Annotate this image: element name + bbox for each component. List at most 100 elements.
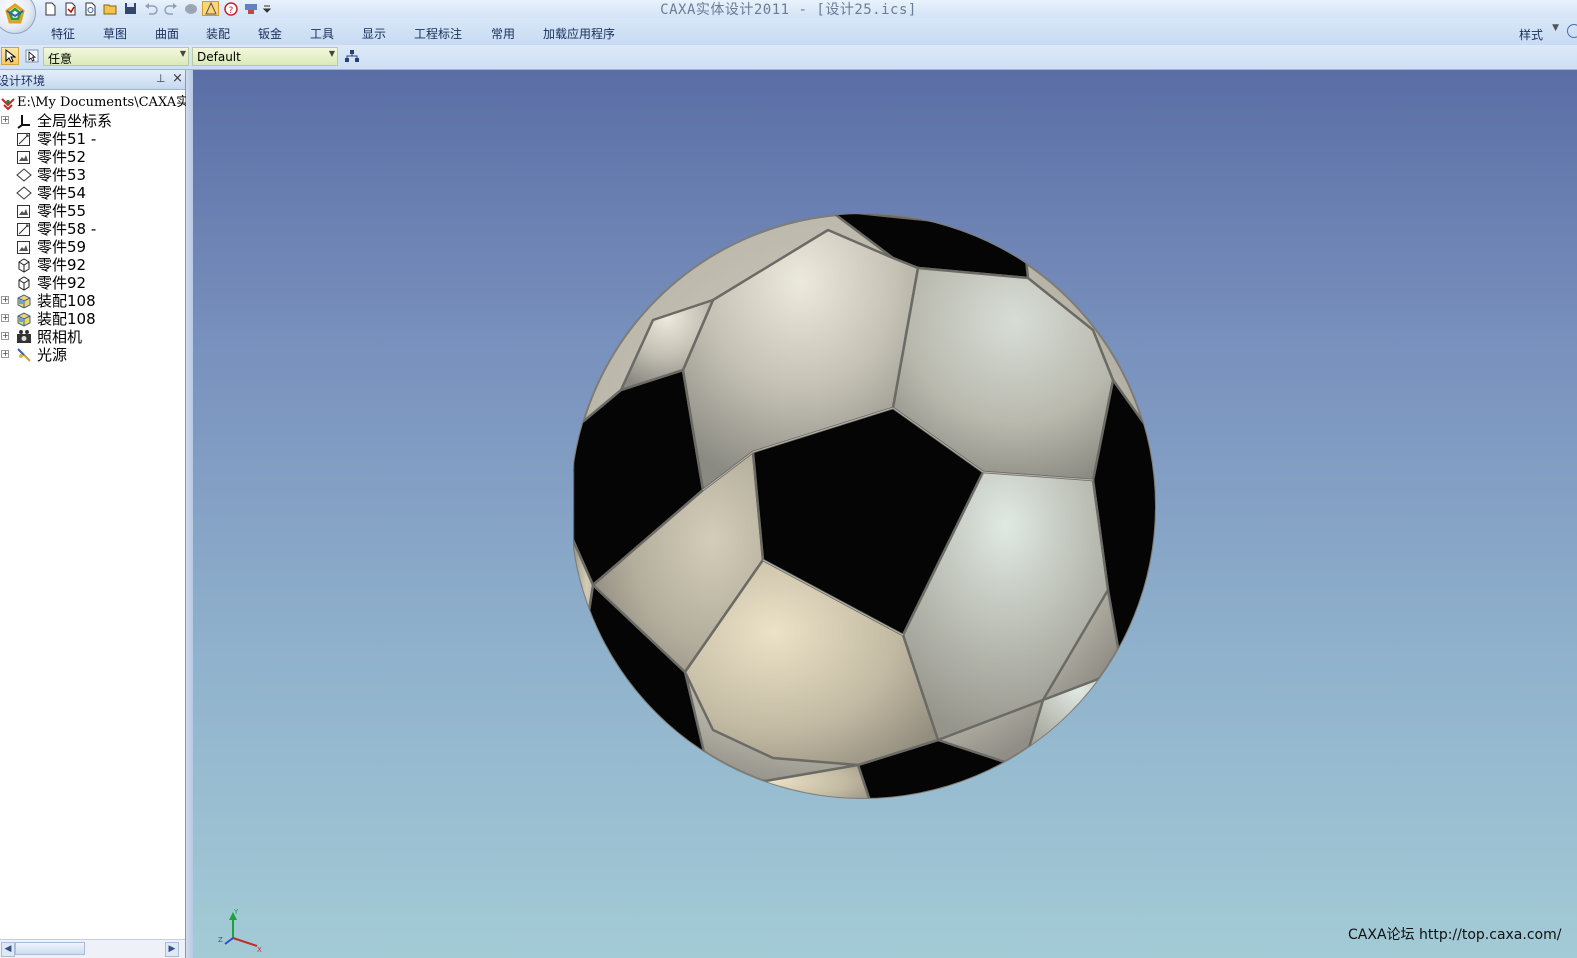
- tree-item[interactable]: 零件55: [0, 202, 185, 220]
- 3d-viewport[interactable]: Y X Z CAXA论坛 http://top.caxa.com/: [193, 70, 1577, 958]
- tab-common[interactable]: 常用: [491, 25, 515, 42]
- tree-item[interactable]: 零件92: [0, 274, 185, 292]
- chevron-down-icon: ▼: [179, 49, 186, 58]
- tab-assembly[interactable]: 装配: [206, 25, 230, 42]
- tree-item[interactable]: 零件54: [0, 184, 185, 202]
- close-icon[interactable]: ×: [172, 71, 183, 86]
- tree-item[interactable]: + 照相机: [0, 328, 185, 346]
- ribbon-tab-bar: 特征 草图 曲面 装配 钣金 工具 显示 工程标注 常用 加载应用程序 样式 ▼: [0, 18, 1577, 45]
- part-surface-icon: [16, 167, 32, 183]
- selection-filter-value: 任意: [48, 52, 73, 66]
- tree-item[interactable]: 零件52: [0, 148, 185, 166]
- horizontal-scrollbar[interactable]: ◀ ▶: [0, 939, 185, 958]
- part-sketch-icon: [16, 221, 32, 237]
- expand-icon[interactable]: +: [1, 314, 9, 322]
- selection-toolbar: 任意 ▼ Default ▼: [0, 45, 1577, 70]
- tab-tools[interactable]: 工具: [310, 25, 334, 42]
- expand-icon[interactable]: +: [1, 350, 9, 358]
- save-icon[interactable]: [122, 1, 139, 16]
- tree-item[interactable]: 零件51 -: [0, 130, 185, 148]
- ribbon-help-icon[interactable]: [1567, 24, 1577, 38]
- tree-item[interactable]: 零件59: [0, 238, 185, 256]
- tab-feature[interactable]: 特征: [51, 25, 75, 42]
- tab-display[interactable]: 显示: [362, 25, 386, 42]
- expand-icon[interactable]: +: [1, 116, 9, 124]
- camera-icon: [16, 329, 32, 345]
- tree-item-label: 光源: [37, 346, 68, 364]
- tree-item-label: 照相机: [37, 328, 83, 346]
- assembly-icon: [16, 293, 32, 309]
- z-axis-label: Z: [218, 936, 223, 944]
- expand-icon[interactable]: +: [1, 296, 9, 304]
- light-source-icon: [16, 347, 32, 363]
- pin-icon[interactable]: ⊥: [156, 72, 166, 85]
- assembly-icon: [16, 311, 32, 327]
- highlight-icon[interactable]: [202, 1, 219, 16]
- part-solid-icon: [16, 257, 32, 273]
- document-name: [设计25.ics]: [816, 2, 917, 18]
- tree-item-label: 零件92: [37, 256, 87, 274]
- tree-item-label: 零件58 -: [37, 220, 97, 238]
- tree-item-label: 零件92: [37, 274, 87, 292]
- select-filter-icon[interactable]: [23, 47, 41, 65]
- tree-item[interactable]: + 装配108: [0, 310, 185, 328]
- app-title: CAXA实体设计2011: [660, 2, 790, 18]
- tree-item[interactable]: 零件92: [0, 256, 185, 274]
- undo-icon[interactable]: [142, 1, 159, 16]
- chevron-down-icon: ▼: [328, 49, 335, 58]
- style-dropdown-icon[interactable]: ▼: [1552, 23, 1559, 33]
- tree-item-label: 装配108: [37, 292, 96, 310]
- tab-annotation[interactable]: 工程标注: [414, 25, 462, 42]
- tab-sheet-metal[interactable]: 钣金: [258, 25, 282, 42]
- help-icon[interactable]: ?: [222, 1, 239, 16]
- tree-item[interactable]: 零件53: [0, 166, 185, 184]
- panel-splitter[interactable]: [186, 70, 193, 958]
- selection-filter-combo[interactable]: 任意 ▼: [43, 47, 189, 66]
- wizard-icon[interactable]: [242, 1, 259, 16]
- open-folder-icon[interactable]: [62, 1, 79, 16]
- caxa-logo-icon: [5, 3, 25, 24]
- tree-item-label: 零件54: [37, 184, 87, 202]
- hierarchy-icon[interactable]: [343, 47, 361, 65]
- open-icon[interactable]: [102, 1, 119, 16]
- soccer-ball-model[interactable]: [573, 210, 1163, 802]
- tree-item[interactable]: + 全局坐标系: [0, 112, 185, 130]
- svg-text:?: ?: [228, 6, 233, 16]
- customize-arrow-icon[interactable]: [262, 1, 272, 16]
- tree-item-label: 零件55: [37, 202, 87, 220]
- tree-item-label: 零件53: [37, 166, 87, 184]
- style-menu[interactable]: 样式: [1519, 26, 1543, 43]
- configuration-value: Default: [197, 50, 241, 64]
- tree-item[interactable]: 零件58 -: [0, 220, 185, 238]
- axis-triad-icon: Y X Z: [218, 908, 262, 953]
- tree-item[interactable]: + 装配108: [0, 292, 185, 310]
- tab-sketch[interactable]: 草图: [103, 25, 127, 42]
- configuration-combo[interactable]: Default ▼: [192, 47, 338, 66]
- print-icon[interactable]: [182, 1, 199, 16]
- tree-item-label: 全局坐标系: [37, 112, 113, 130]
- part-image-icon: [16, 239, 32, 255]
- title-bar: CAXA实体设计2011 - [设计25.ics] ?: [0, 0, 1577, 18]
- new-design-icon[interactable]: [82, 1, 99, 16]
- title-separator: -: [789, 2, 817, 18]
- tree-item-label: 零件51 -: [37, 130, 97, 148]
- tree-item[interactable]: + 光源: [0, 346, 185, 364]
- y-axis-label: Y: [233, 908, 239, 916]
- select-arrow-icon[interactable]: [1, 47, 19, 65]
- tree-item-label: 零件59: [37, 238, 87, 256]
- panel-header: 设计环境 ⊥ ×: [0, 70, 185, 90]
- part-image-icon: [16, 149, 32, 165]
- tab-addins[interactable]: 加载应用程序: [543, 25, 615, 42]
- tab-surface[interactable]: 曲面: [155, 25, 179, 42]
- new-icon[interactable]: [42, 1, 59, 16]
- scroll-thumb[interactable]: [15, 942, 85, 955]
- scroll-left-icon[interactable]: ◀: [1, 942, 15, 957]
- part-solid-icon: [16, 275, 32, 291]
- tree-item[interactable]: E:\My Documents\CAXA实: [0, 94, 189, 112]
- redo-icon[interactable]: [162, 1, 179, 16]
- panel-title: 设计环境: [0, 74, 46, 88]
- x-axis-label: X: [257, 946, 262, 953]
- expand-icon[interactable]: +: [1, 332, 9, 340]
- scroll-right-icon[interactable]: ▶: [165, 942, 179, 957]
- watermark-text: CAXA论坛 http://top.caxa.com/: [1348, 927, 1562, 943]
